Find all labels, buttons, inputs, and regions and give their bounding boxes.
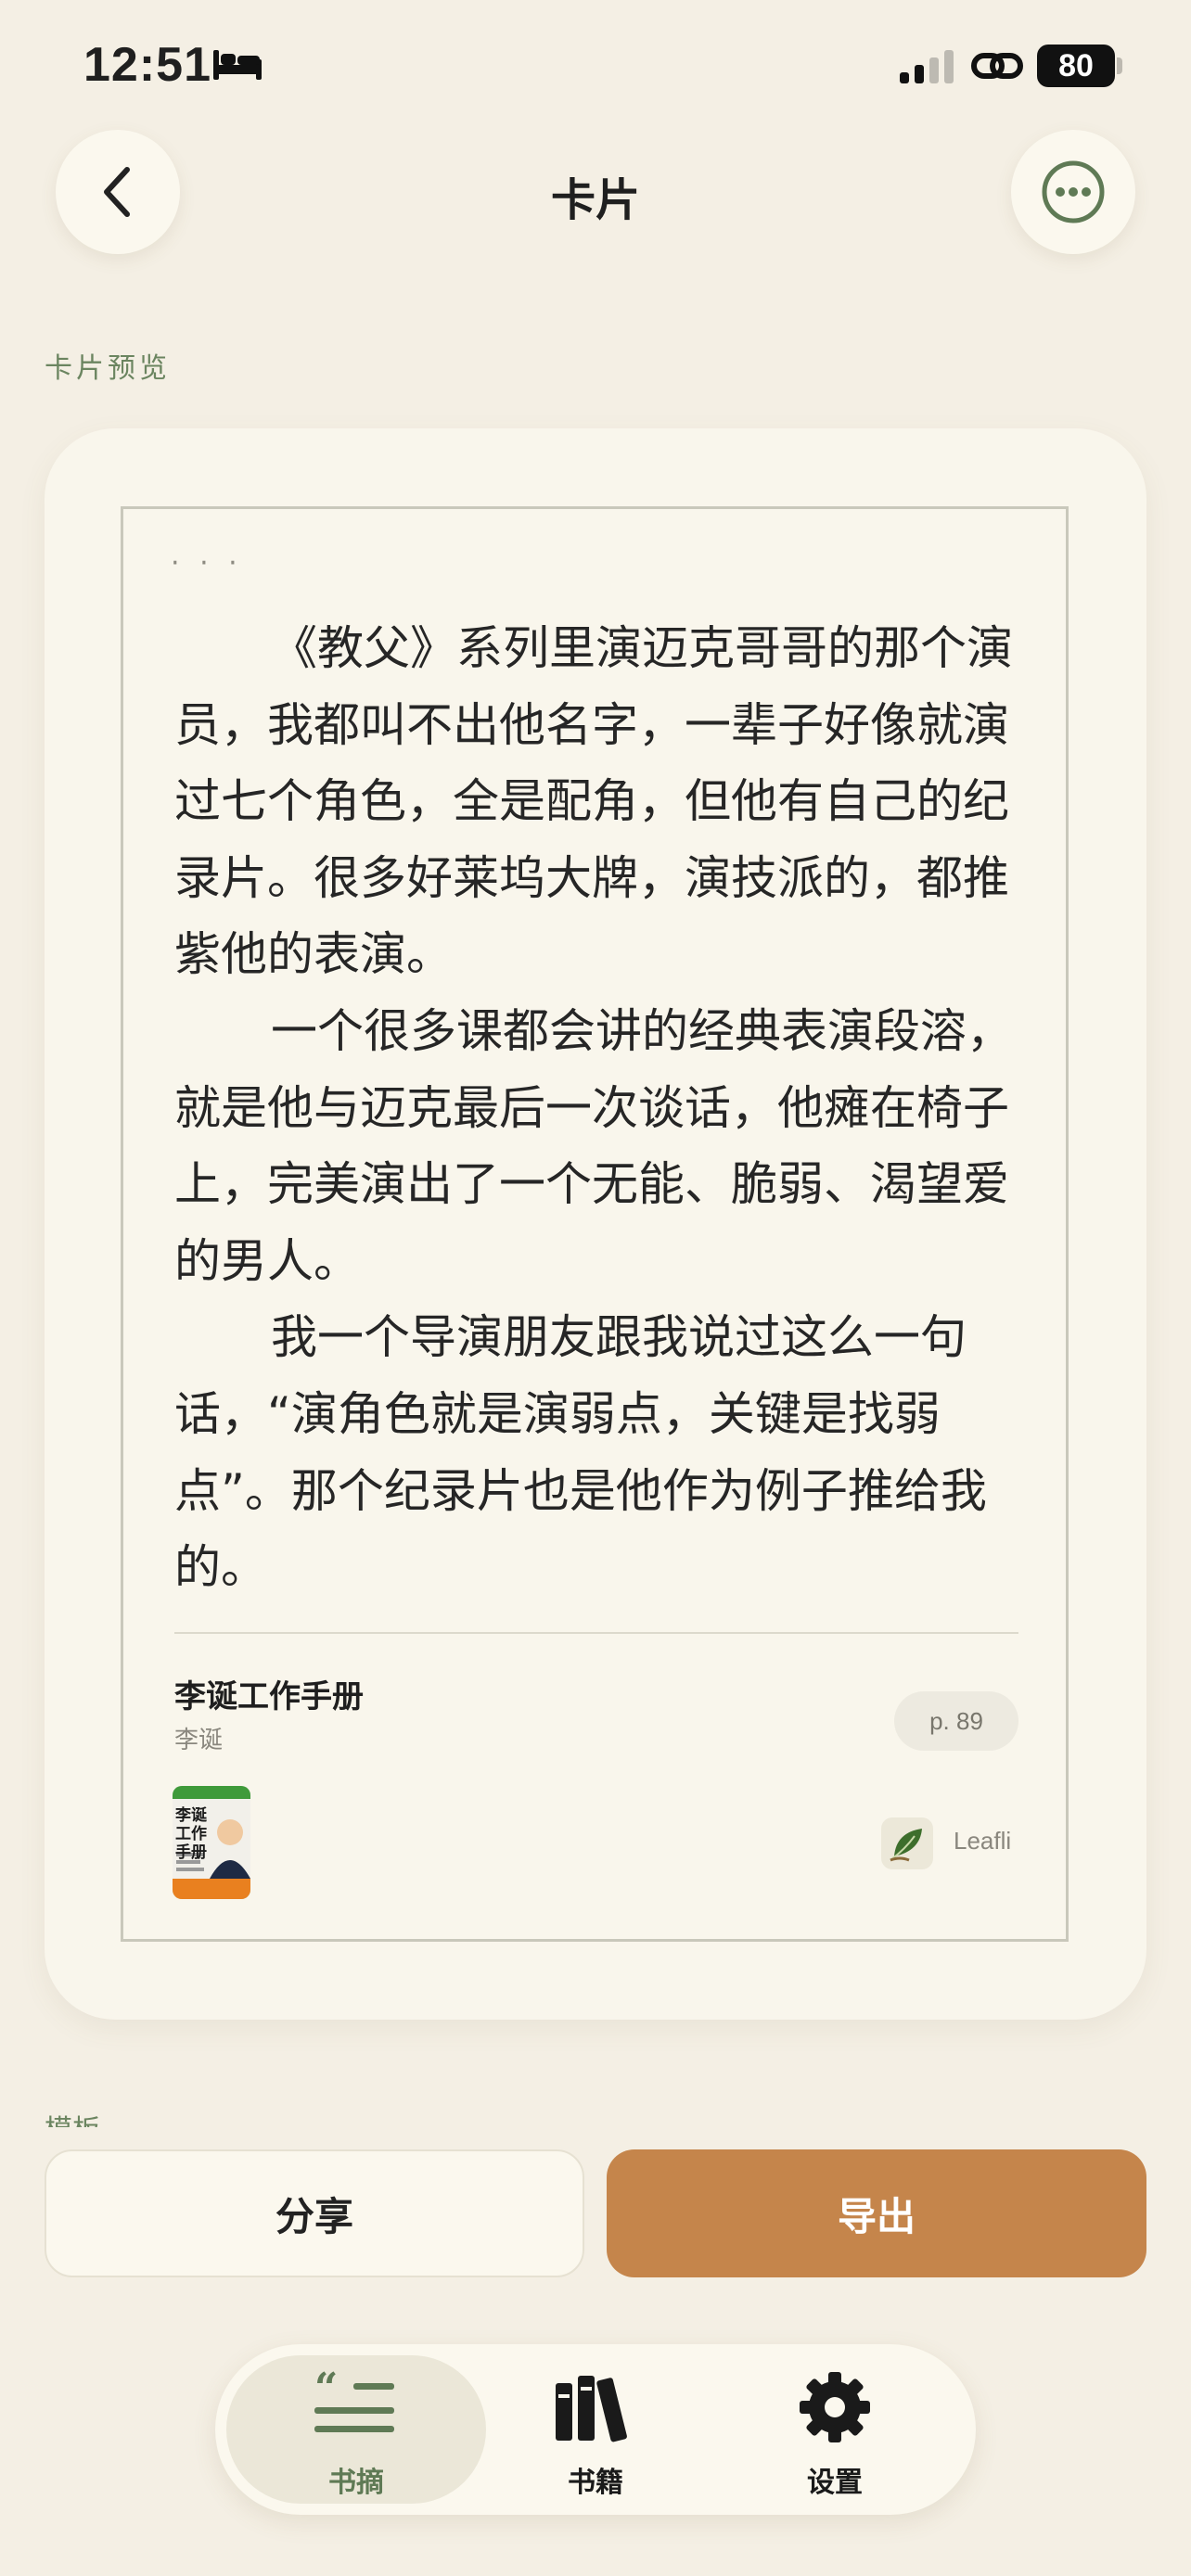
card-ellipsis: · · · [171,547,243,580]
tab-settings[interactable]: 设置 [742,2370,928,2500]
ellipsis-circle-icon [1042,160,1105,223]
status-time: 12:51 [83,38,211,92]
quote-paragraph: 一个很多课都会讲的经典表演段溶，就是他与迈克最后一次谈话，他瘫在椅子上，完美演出… [174,1003,1013,1288]
brand-name: Leafli [954,1827,1012,1855]
battery-icon: 80 [1037,45,1115,87]
brand-logo [881,1817,933,1869]
signal-icon [900,50,954,83]
quote-paragraph: 《教父》系列里演迈克哥哥的那个演员，我都叫不出他名字，一辈子好像就演过七个角色，… [174,621,1013,982]
card-divider [174,1632,1018,1634]
tab-excerpts[interactable]: “ 书摘 [263,2370,449,2500]
book-title: 李诞工作手册 [174,1678,364,1715]
link-icon [971,53,1023,79]
book-author: 李诞 [174,1727,224,1754]
leaf-icon [890,1829,922,1862]
book-cover-title: 李诞 工作手册 [175,1806,207,1862]
book-cover: 李诞 工作手册 [173,1786,250,1899]
section-label-preview: 卡片预览 [45,352,171,385]
quote-paragraph: 我一个导演朋友跟我说过这么一句话，“演角色就是演弱点，关键是找弱点”。那个纪录片… [174,1310,987,1595]
tab-label: 设置 [807,2467,863,2499]
page-badge: p. 89 [894,1691,1018,1751]
quote-text: 《教父》系列里演迈克哥哥的那个演员，我都叫不出他名字，一辈子好像就演过七个角色，… [174,610,1024,1606]
more-options-button[interactable] [1011,130,1135,254]
gear-icon [800,2372,870,2442]
books-icon [556,2376,627,2442]
quote-icon: “ [314,2370,394,2432]
battery-nub [1117,57,1122,74]
share-button[interactable]: 分享 [45,2149,584,2277]
tab-books[interactable]: 书籍 [503,2370,688,2500]
tab-label: 书籍 [568,2467,623,2499]
export-button[interactable]: 导出 [607,2149,1146,2277]
svg-text:“: “ [314,2370,338,2412]
tab-label: 书摘 [328,2467,384,2499]
section-label-template: 模板 [45,2107,100,2127]
bed-icon [213,50,262,80]
